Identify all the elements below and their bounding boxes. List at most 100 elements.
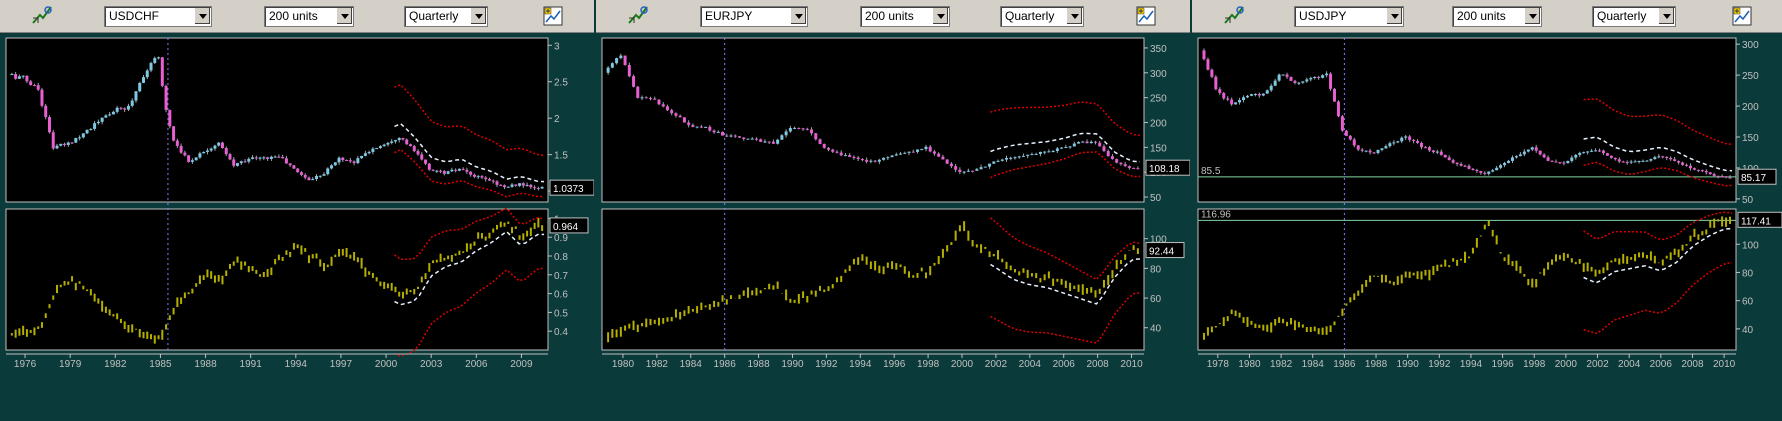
candle-body xyxy=(869,160,873,162)
price-tick-label: 3 xyxy=(554,41,560,52)
chart-settings-icon[interactable] xyxy=(1732,6,1752,26)
candle-body xyxy=(96,121,100,124)
drawing-tool-icon[interactable] xyxy=(1222,4,1246,26)
candle-body xyxy=(17,76,21,79)
x-tick-label: 1992 xyxy=(815,359,838,370)
candle-body xyxy=(375,148,379,150)
osc-tick-label: 40 xyxy=(1742,325,1754,336)
candle-body xyxy=(899,153,903,155)
candle-body xyxy=(1455,162,1459,164)
chevron-down-icon[interactable] xyxy=(336,8,352,24)
symbol-select[interactable]: USDJPY xyxy=(1294,6,1404,27)
candle-body xyxy=(446,171,450,174)
chevron-down-icon[interactable] xyxy=(1524,8,1540,24)
candle-body xyxy=(412,146,416,152)
x-tick-label: 1996 xyxy=(1491,359,1514,370)
candle-body xyxy=(514,184,518,186)
chevron-down-icon[interactable] xyxy=(470,8,486,24)
candle-body xyxy=(606,67,610,73)
candle-body xyxy=(1222,93,1226,99)
candle-body xyxy=(1392,142,1396,144)
chart-settings-icon[interactable] xyxy=(543,6,563,26)
candle-body xyxy=(236,163,240,166)
candle-body xyxy=(1396,141,1400,143)
candle-body xyxy=(1313,76,1317,78)
candle-body xyxy=(890,155,894,158)
candle-body xyxy=(882,157,886,160)
chevron-down-icon[interactable] xyxy=(1386,8,1402,24)
candle-body xyxy=(839,152,843,156)
candle-body xyxy=(476,176,480,178)
candle-body xyxy=(856,157,860,160)
candle-body xyxy=(1281,74,1285,76)
price-tick-label: 350 xyxy=(1150,44,1167,55)
candle-body xyxy=(894,154,898,156)
period-select[interactable]: Quarterly xyxy=(404,6,488,27)
candle-body xyxy=(1013,157,1017,159)
units-select[interactable]: 200 units xyxy=(1452,6,1542,27)
candle-body xyxy=(661,104,665,107)
candle-body xyxy=(1582,152,1586,154)
x-tick-label: 1988 xyxy=(1365,359,1388,370)
candle-body xyxy=(632,76,636,87)
chevron-down-icon[interactable] xyxy=(1066,8,1082,24)
candle-body xyxy=(665,106,669,111)
period-select[interactable]: Quarterly xyxy=(1592,6,1676,27)
candle-body xyxy=(345,160,349,162)
candle-body xyxy=(269,156,273,159)
x-tick-label: 2003 xyxy=(420,359,443,370)
candle-body xyxy=(793,127,797,129)
candle-body xyxy=(533,187,537,189)
candle-body xyxy=(873,160,877,162)
candle-body xyxy=(852,156,856,158)
units-select[interactable]: 200 units xyxy=(860,6,950,27)
candle-body xyxy=(805,128,809,130)
candle-body xyxy=(1127,166,1131,168)
symbol-select[interactable]: EURJPY xyxy=(700,6,808,27)
candle-body xyxy=(1072,143,1076,147)
chevron-down-icon[interactable] xyxy=(194,8,210,24)
period-select[interactable]: Quarterly xyxy=(1000,6,1084,27)
candle-body xyxy=(416,151,420,155)
candle-body xyxy=(848,155,852,157)
drawing-tool-icon[interactable] xyxy=(30,4,54,26)
candle-body xyxy=(1554,161,1558,163)
symbol-select-value: USDCHF xyxy=(109,9,159,23)
candle-body xyxy=(1435,151,1439,153)
candle-body xyxy=(454,169,458,171)
candle-body xyxy=(179,145,183,153)
x-tick-label: 2004 xyxy=(1618,359,1641,370)
candle-body xyxy=(1601,150,1605,154)
candle-body xyxy=(1115,159,1119,163)
candle-body xyxy=(525,184,529,186)
units-select[interactable]: 200 units xyxy=(264,6,354,27)
candle-body xyxy=(649,98,652,100)
candle-body xyxy=(1245,95,1249,98)
x-tick-label: 1994 xyxy=(849,359,872,370)
x-tick-label: 1980 xyxy=(612,359,635,370)
candle-body xyxy=(945,159,949,164)
candle-body xyxy=(1700,170,1704,172)
symbol-select[interactable]: USDCHF xyxy=(104,6,212,27)
chevron-down-icon[interactable] xyxy=(790,8,806,24)
candle-body xyxy=(1000,159,1004,161)
candle-body xyxy=(1257,93,1261,96)
chevron-down-icon[interactable] xyxy=(932,8,948,24)
candle-body xyxy=(1297,82,1301,84)
x-tick-label: 1979 xyxy=(59,359,82,370)
candle-body xyxy=(1546,157,1550,161)
osc-last-label: 0.964 xyxy=(553,222,578,233)
osc-tick-label: 40 xyxy=(1150,324,1162,335)
candle-body xyxy=(284,158,288,164)
candle-body xyxy=(636,86,640,98)
drawing-tool-icon[interactable] xyxy=(626,4,650,26)
candle-body xyxy=(1017,156,1021,158)
candle-body xyxy=(1242,97,1246,101)
chart-settings-icon[interactable] xyxy=(1136,6,1156,26)
chart-area: 85.5116.963002502001501005010080604085.1… xyxy=(1197,37,1782,370)
candle-body xyxy=(134,91,138,101)
chevron-down-icon[interactable] xyxy=(1658,8,1674,24)
candle-body xyxy=(704,126,708,128)
candle-body xyxy=(145,70,149,78)
candle-body xyxy=(1364,150,1368,152)
